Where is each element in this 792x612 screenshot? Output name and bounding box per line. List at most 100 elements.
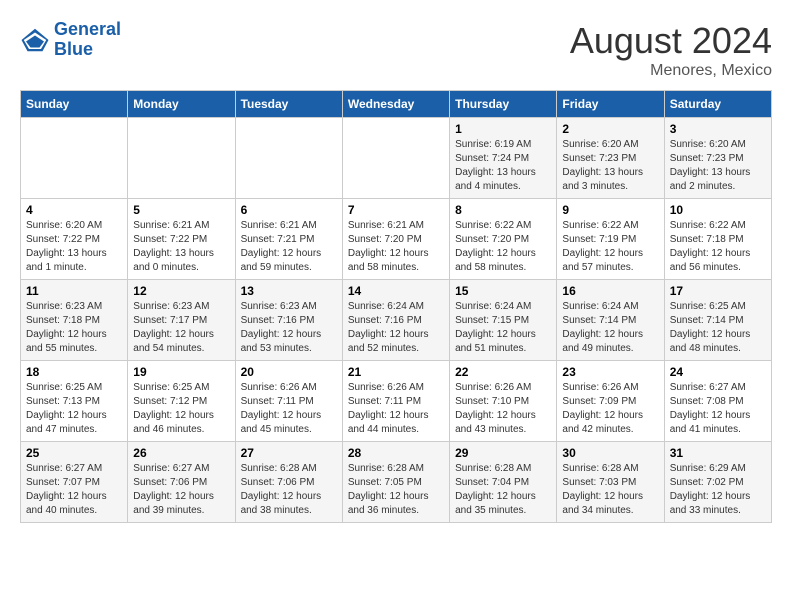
weekday-header-sunday: Sunday bbox=[21, 91, 128, 118]
cell-details: Sunrise: 6:25 AM Sunset: 7:12 PM Dayligh… bbox=[133, 381, 229, 437]
cell-details: Sunrise: 6:23 AM Sunset: 7:16 PM Dayligh… bbox=[241, 300, 337, 356]
day-number: 23 bbox=[562, 365, 658, 379]
weekday-header-tuesday: Tuesday bbox=[235, 91, 342, 118]
cell-details: Sunrise: 6:22 AM Sunset: 7:18 PM Dayligh… bbox=[670, 219, 766, 275]
calendar-week-1: 1 Sunrise: 6:19 AM Sunset: 7:24 PM Daylig… bbox=[21, 118, 772, 199]
calendar-body: 1 Sunrise: 6:19 AM Sunset: 7:24 PM Daylig… bbox=[21, 118, 772, 523]
day-number: 17 bbox=[670, 284, 766, 298]
logo-text: General Blue bbox=[54, 20, 121, 60]
calendar-cell: 12 Sunrise: 6:23 AM Sunset: 7:17 PM Dayli… bbox=[128, 280, 235, 361]
calendar-week-5: 25Sunrise: 6:27 AM Sunset: 7:07 PM Dayli… bbox=[21, 442, 772, 523]
day-number: 10 bbox=[670, 203, 766, 217]
calendar-cell: 29Sunrise: 6:28 AM Sunset: 7:04 PM Dayli… bbox=[450, 442, 557, 523]
cell-details: Sunrise: 6:23 AM Sunset: 7:18 PM Dayligh… bbox=[26, 300, 122, 356]
cell-details: Sunrise: 6:29 AM Sunset: 7:02 PM Dayligh… bbox=[670, 462, 766, 518]
calendar-cell: 1 Sunrise: 6:19 AM Sunset: 7:24 PM Daylig… bbox=[450, 118, 557, 199]
day-number: 14 bbox=[348, 284, 444, 298]
day-number: 4 bbox=[26, 203, 122, 217]
cell-details: Sunrise: 6:28 AM Sunset: 7:03 PM Dayligh… bbox=[562, 462, 658, 518]
day-number: 8 bbox=[455, 203, 551, 217]
calendar-cell bbox=[128, 118, 235, 199]
day-number: 19 bbox=[133, 365, 229, 379]
cell-details: Sunrise: 6:20 AM Sunset: 7:22 PM Dayligh… bbox=[26, 219, 122, 275]
calendar-cell: 18 Sunrise: 6:25 AM Sunset: 7:13 PM Dayli… bbox=[21, 361, 128, 442]
calendar-cell bbox=[21, 118, 128, 199]
day-number: 2 bbox=[562, 122, 658, 136]
cell-details: Sunrise: 6:28 AM Sunset: 7:04 PM Dayligh… bbox=[455, 462, 551, 518]
calendar-cell: 24Sunrise: 6:27 AM Sunset: 7:08 PM Dayli… bbox=[664, 361, 771, 442]
calendar-cell: 27Sunrise: 6:28 AM Sunset: 7:06 PM Dayli… bbox=[235, 442, 342, 523]
day-number: 22 bbox=[455, 365, 551, 379]
logo: General Blue bbox=[20, 20, 121, 60]
day-number: 18 bbox=[26, 365, 122, 379]
calendar-cell: 8 Sunrise: 6:22 AM Sunset: 7:20 PM Daylig… bbox=[450, 199, 557, 280]
calendar-cell: 10 Sunrise: 6:22 AM Sunset: 7:18 PM Dayli… bbox=[664, 199, 771, 280]
calendar-cell: 15Sunrise: 6:24 AM Sunset: 7:15 PM Dayli… bbox=[450, 280, 557, 361]
weekday-header-wednesday: Wednesday bbox=[342, 91, 449, 118]
calendar-cell: 17Sunrise: 6:25 AM Sunset: 7:14 PM Dayli… bbox=[664, 280, 771, 361]
day-number: 9 bbox=[562, 203, 658, 217]
day-number: 11 bbox=[26, 284, 122, 298]
calendar-cell: 13 Sunrise: 6:23 AM Sunset: 7:16 PM Dayli… bbox=[235, 280, 342, 361]
cell-details: Sunrise: 6:20 AM Sunset: 7:23 PM Dayligh… bbox=[670, 138, 766, 194]
day-number: 20 bbox=[241, 365, 337, 379]
cell-details: Sunrise: 6:28 AM Sunset: 7:05 PM Dayligh… bbox=[348, 462, 444, 518]
calendar-cell: 5Sunrise: 6:21 AM Sunset: 7:22 PM Daylig… bbox=[128, 199, 235, 280]
day-number: 7 bbox=[348, 203, 444, 217]
calendar-table: SundayMondayTuesdayWednesdayThursdayFrid… bbox=[20, 90, 772, 523]
cell-details: Sunrise: 6:26 AM Sunset: 7:11 PM Dayligh… bbox=[348, 381, 444, 437]
day-number: 26 bbox=[133, 446, 229, 460]
weekday-header-friday: Friday bbox=[557, 91, 664, 118]
calendar-cell: 22 Sunrise: 6:26 AM Sunset: 7:10 PM Dayli… bbox=[450, 361, 557, 442]
calendar-cell: 7Sunrise: 6:21 AM Sunset: 7:20 PM Daylig… bbox=[342, 199, 449, 280]
location: Menores, Mexico bbox=[570, 62, 772, 80]
day-number: 16 bbox=[562, 284, 658, 298]
calendar-cell: 3 Sunrise: 6:20 AM Sunset: 7:23 PM Daylig… bbox=[664, 118, 771, 199]
calendar-cell: 9Sunrise: 6:22 AM Sunset: 7:19 PM Daylig… bbox=[557, 199, 664, 280]
calendar-cell bbox=[342, 118, 449, 199]
day-number: 30 bbox=[562, 446, 658, 460]
calendar-cell: 2 Sunrise: 6:20 AM Sunset: 7:23 PM Daylig… bbox=[557, 118, 664, 199]
day-number: 1 bbox=[455, 122, 551, 136]
cell-details: Sunrise: 6:24 AM Sunset: 7:16 PM Dayligh… bbox=[348, 300, 444, 356]
month-title: August 2024 bbox=[570, 20, 772, 62]
day-number: 31 bbox=[670, 446, 766, 460]
cell-details: Sunrise: 6:25 AM Sunset: 7:13 PM Dayligh… bbox=[26, 381, 122, 437]
day-number: 3 bbox=[670, 122, 766, 136]
cell-details: Sunrise: 6:23 AM Sunset: 7:17 PM Dayligh… bbox=[133, 300, 229, 356]
cell-details: Sunrise: 6:26 AM Sunset: 7:10 PM Dayligh… bbox=[455, 381, 551, 437]
cell-details: Sunrise: 6:26 AM Sunset: 7:11 PM Dayligh… bbox=[241, 381, 337, 437]
calendar-week-3: 11 Sunrise: 6:23 AM Sunset: 7:18 PM Dayli… bbox=[21, 280, 772, 361]
day-number: 12 bbox=[133, 284, 229, 298]
day-number: 15 bbox=[455, 284, 551, 298]
calendar-cell: 20 Sunrise: 6:26 AM Sunset: 7:11 PM Dayli… bbox=[235, 361, 342, 442]
day-number: 13 bbox=[241, 284, 337, 298]
calendar-cell: 6Sunrise: 6:21 AM Sunset: 7:21 PM Daylig… bbox=[235, 199, 342, 280]
cell-details: Sunrise: 6:19 AM Sunset: 7:24 PM Dayligh… bbox=[455, 138, 551, 194]
cell-details: Sunrise: 6:27 AM Sunset: 7:08 PM Dayligh… bbox=[670, 381, 766, 437]
page-header: General Blue August 2024 Menores, Mexico bbox=[20, 20, 772, 80]
calendar-cell: 19 Sunrise: 6:25 AM Sunset: 7:12 PM Dayli… bbox=[128, 361, 235, 442]
weekday-header-thursday: Thursday bbox=[450, 91, 557, 118]
cell-details: Sunrise: 6:22 AM Sunset: 7:20 PM Dayligh… bbox=[455, 219, 551, 275]
logo-line2: Blue bbox=[54, 39, 93, 59]
calendar-cell: 16 Sunrise: 6:24 AM Sunset: 7:14 PM Dayli… bbox=[557, 280, 664, 361]
cell-details: Sunrise: 6:21 AM Sunset: 7:22 PM Dayligh… bbox=[133, 219, 229, 275]
calendar-cell: 26 Sunrise: 6:27 AM Sunset: 7:06 PM Dayli… bbox=[128, 442, 235, 523]
cell-details: Sunrise: 6:26 AM Sunset: 7:09 PM Dayligh… bbox=[562, 381, 658, 437]
day-number: 27 bbox=[241, 446, 337, 460]
day-number: 21 bbox=[348, 365, 444, 379]
day-number: 28 bbox=[348, 446, 444, 460]
day-number: 25 bbox=[26, 446, 122, 460]
cell-details: Sunrise: 6:21 AM Sunset: 7:21 PM Dayligh… bbox=[241, 219, 337, 275]
logo-line1: General bbox=[54, 19, 121, 39]
calendar-cell: 30 Sunrise: 6:28 AM Sunset: 7:03 PM Dayli… bbox=[557, 442, 664, 523]
calendar-week-4: 18 Sunrise: 6:25 AM Sunset: 7:13 PM Dayli… bbox=[21, 361, 772, 442]
cell-details: Sunrise: 6:20 AM Sunset: 7:23 PM Dayligh… bbox=[562, 138, 658, 194]
cell-details: Sunrise: 6:24 AM Sunset: 7:14 PM Dayligh… bbox=[562, 300, 658, 356]
cell-details: Sunrise: 6:27 AM Sunset: 7:06 PM Dayligh… bbox=[133, 462, 229, 518]
calendar-cell: 21 Sunrise: 6:26 AM Sunset: 7:11 PM Dayli… bbox=[342, 361, 449, 442]
calendar-cell: 31 Sunrise: 6:29 AM Sunset: 7:02 PM Dayli… bbox=[664, 442, 771, 523]
calendar-cell: 25Sunrise: 6:27 AM Sunset: 7:07 PM Dayli… bbox=[21, 442, 128, 523]
weekday-header-row: SundayMondayTuesdayWednesdayThursdayFrid… bbox=[21, 91, 772, 118]
